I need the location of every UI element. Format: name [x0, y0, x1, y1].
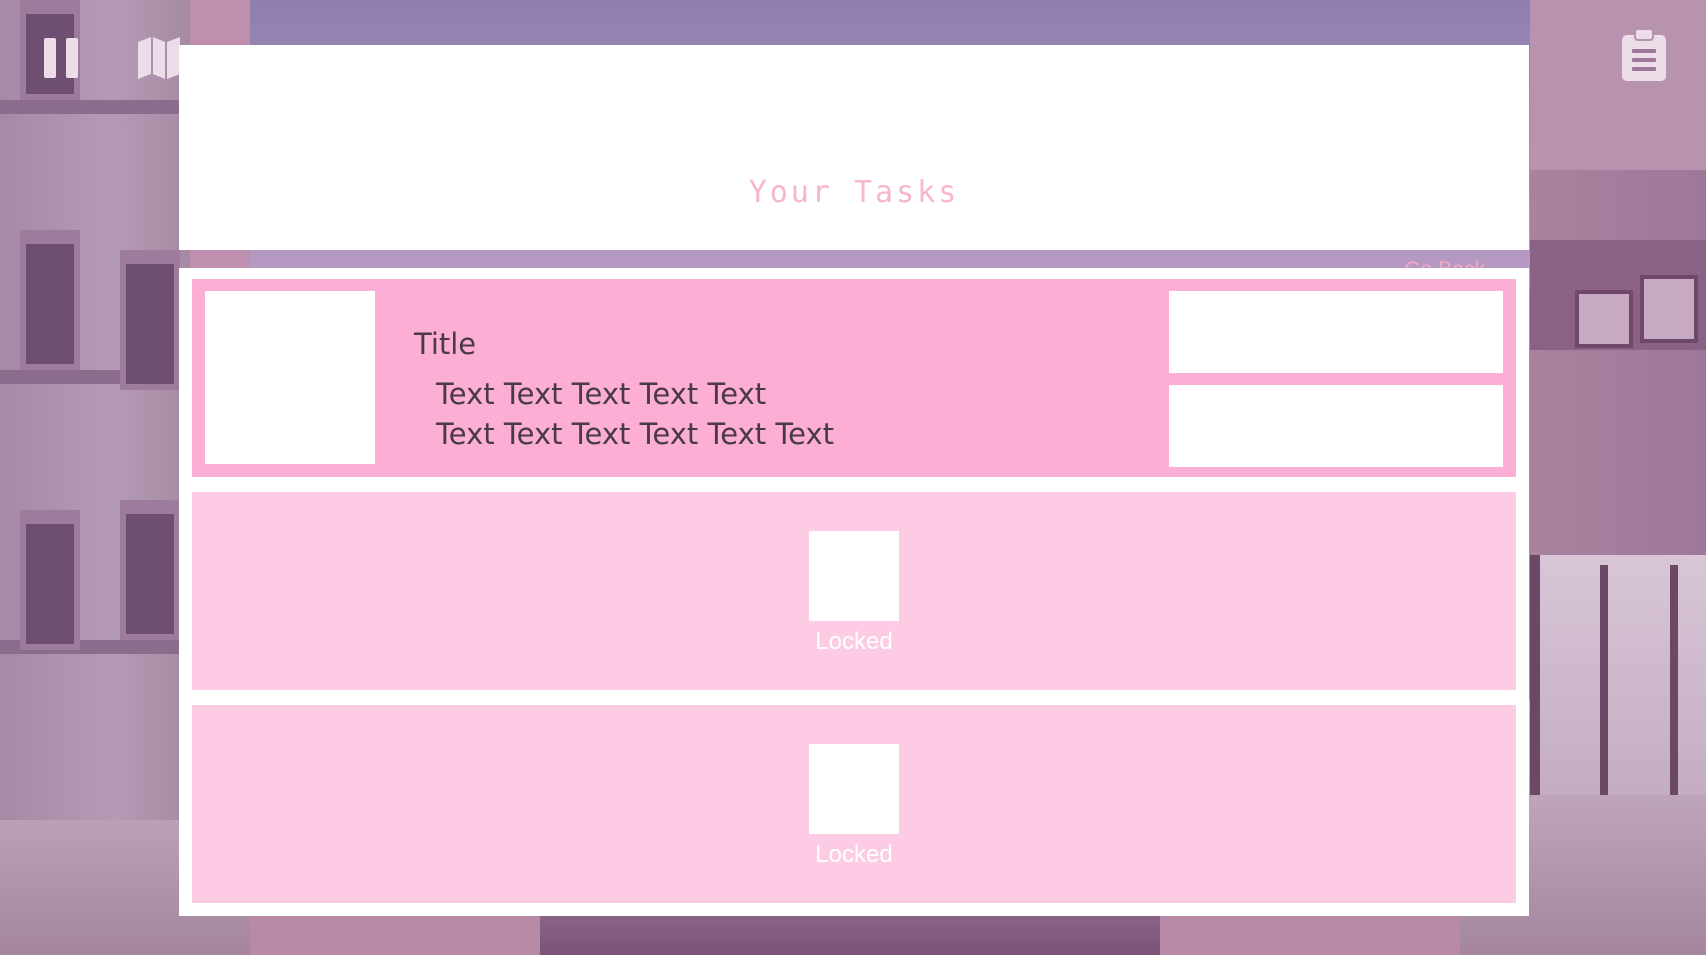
map-icon[interactable] — [136, 34, 182, 80]
building-right-upper — [1530, 0, 1706, 170]
building-window — [1575, 290, 1633, 348]
task-card-locked: Locked — [192, 492, 1516, 690]
pause-icon[interactable] — [44, 38, 80, 78]
task-slot-top — [1169, 291, 1503, 373]
building-window — [120, 250, 180, 390]
map-icon-graphic — [138, 37, 180, 79]
building-window — [20, 230, 80, 370]
pause-bar — [44, 38, 56, 78]
lock-placeholder-image — [809, 744, 899, 834]
task-list-panel: Title Text Text Text Text Text Text Text… — [179, 268, 1529, 916]
shop-window — [1530, 555, 1706, 795]
shop-window-frame — [1670, 565, 1678, 795]
clipboard-icon-graphic — [1622, 28, 1666, 81]
tasks-header-panel: Your Tasks Go Back — [179, 45, 1529, 281]
lock-placeholder-image — [809, 531, 899, 621]
pause-bar — [66, 38, 78, 78]
building-ledge — [0, 100, 190, 114]
task-description: Text Text Text Text Text Text Text Text … — [436, 377, 834, 451]
building-window — [20, 510, 80, 650]
locked-label: Locked — [815, 841, 893, 868]
page-title: Your Tasks — [748, 175, 960, 210]
clipboard-icon[interactable] — [1620, 28, 1668, 82]
building-left — [0, 0, 190, 820]
shop-window-frame — [1600, 565, 1608, 795]
task-image — [205, 291, 375, 464]
task-card-unlocked[interactable]: Title Text Text Text Text Text Text Text… — [192, 279, 1516, 477]
task-title: Title — [414, 327, 477, 361]
building-window — [1640, 275, 1698, 343]
locked-label: Locked — [815, 628, 893, 655]
building-window — [120, 500, 180, 640]
task-slot-bottom — [1169, 385, 1503, 467]
task-card-locked: Locked — [192, 705, 1516, 903]
